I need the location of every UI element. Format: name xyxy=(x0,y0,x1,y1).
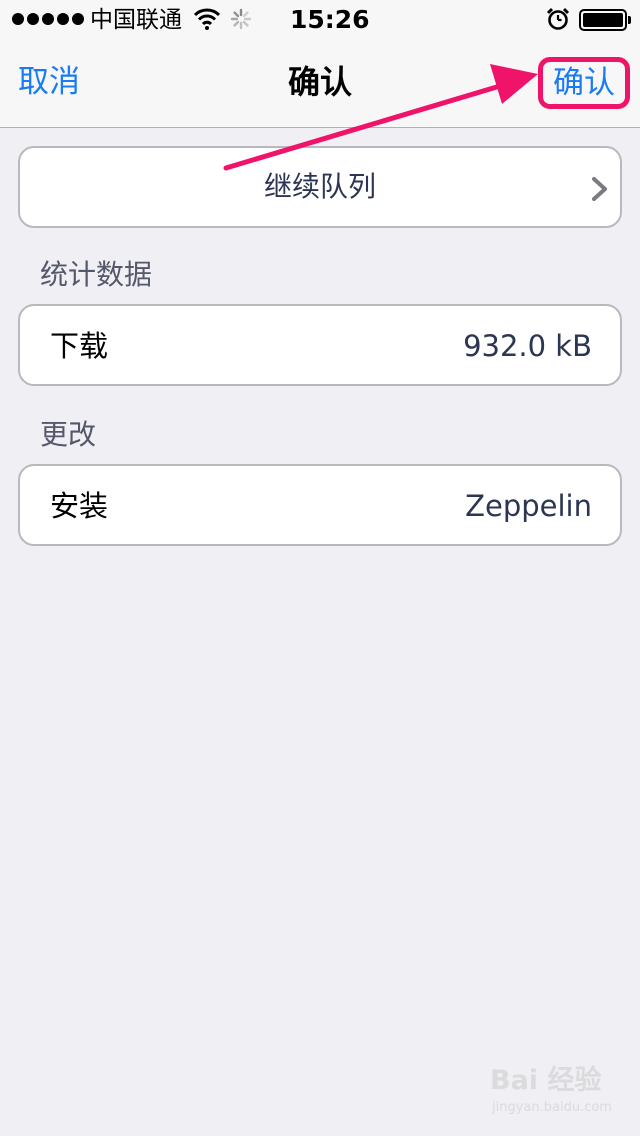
battery-icon xyxy=(579,9,631,31)
alarm-clock-icon xyxy=(546,7,570,35)
statistics-section-header: 统计数据 xyxy=(40,258,153,291)
install-label: 安装 xyxy=(50,489,109,523)
confirm-button[interactable]: 确认 xyxy=(538,57,630,109)
continue-queue-button[interactable]: 继续队列 xyxy=(18,146,622,228)
wifi-icon xyxy=(193,8,221,34)
carrier-name: 中国联通 xyxy=(90,7,182,33)
status-bar: 中国联通 15:26 xyxy=(0,0,640,40)
signal-dots-icon xyxy=(12,13,84,25)
baidu-jingyan-watermark: Bai 经验 jingyan.baidu.com xyxy=(490,1064,620,1122)
status-time: 15:26 xyxy=(290,5,370,34)
install-package-value: Zeppelin xyxy=(465,489,592,523)
changes-section-header: 更改 xyxy=(40,418,97,451)
watermark-logo: Bai 经验 xyxy=(490,1065,602,1096)
download-label: 下载 xyxy=(50,329,109,363)
chevron-right-icon xyxy=(590,176,610,206)
navigation-bar: 取消 确认 确认 xyxy=(0,40,640,128)
install-row: 安装 Zeppelin xyxy=(18,464,622,546)
download-size-value: 932.0 kB xyxy=(463,329,592,363)
download-row: 下载 932.0 kB xyxy=(18,304,622,386)
continue-queue-label: 继续队列 xyxy=(263,170,376,203)
activity-spinner-icon xyxy=(230,8,252,34)
watermark-url: jingyan.baidu.com xyxy=(492,1100,612,1115)
